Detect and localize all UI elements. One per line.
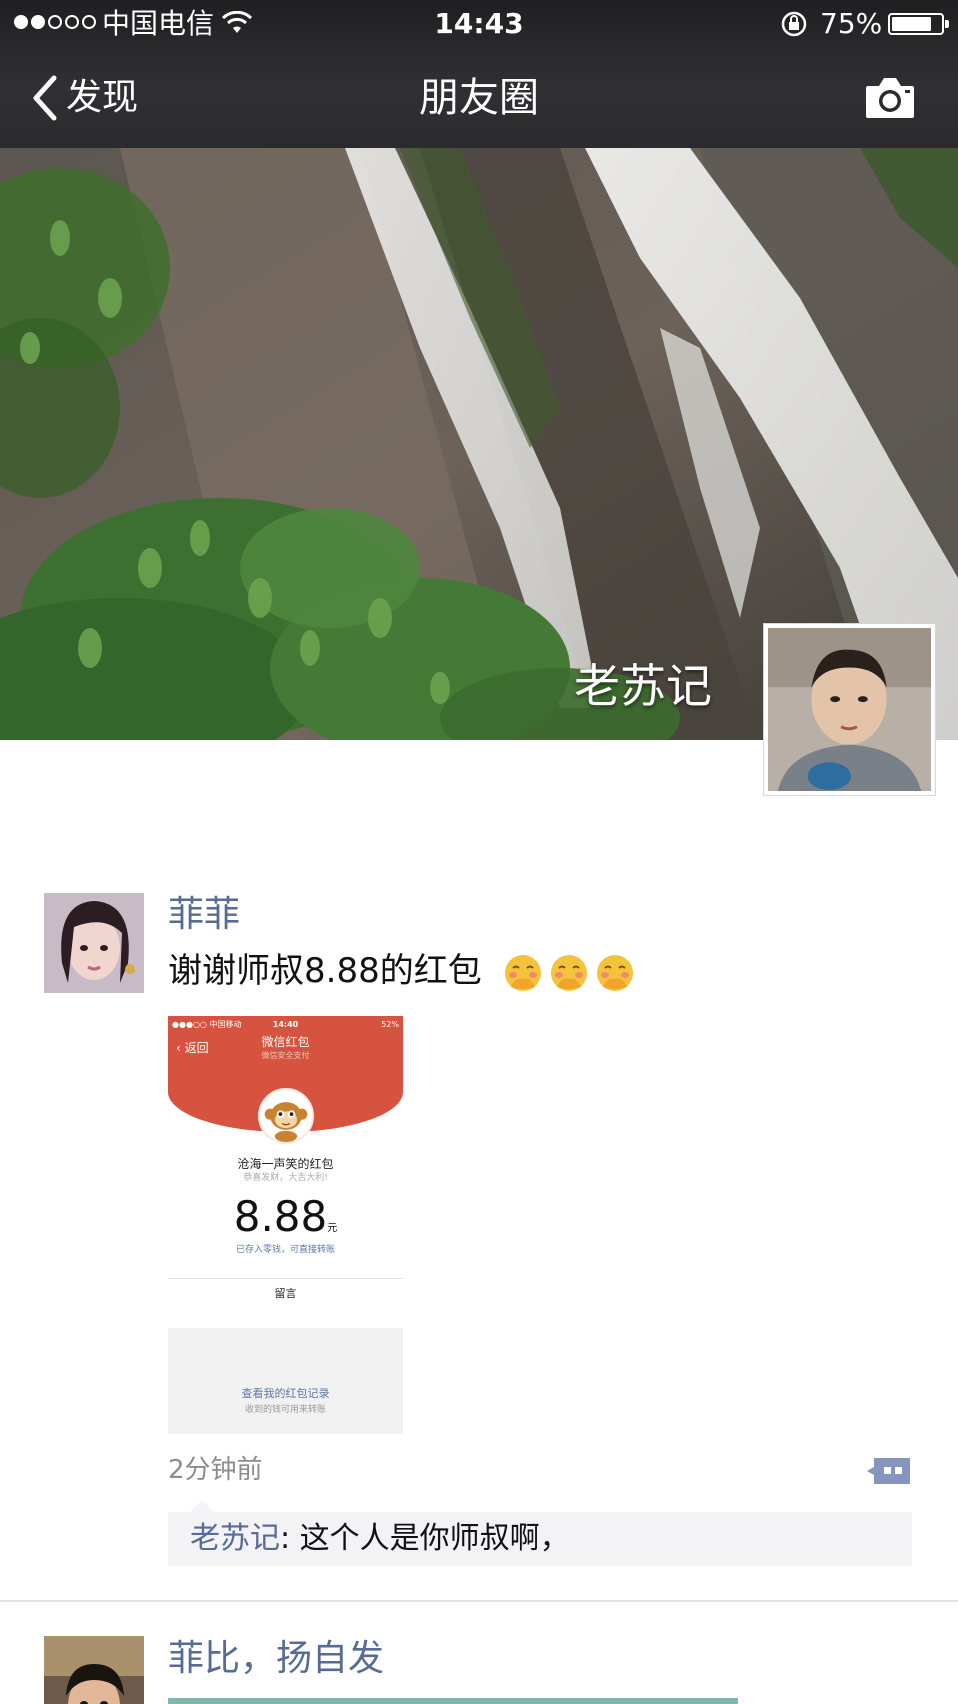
- post-image[interactable]: ●●●○○ 中国移动 14:40 52% ‹ 返回 微信红包 微信安全支付 沧海…: [168, 1016, 403, 1434]
- comment-item: 老苏记: 这个人是你师叔啊，: [190, 1516, 570, 1562]
- page-title: 朋友圈: [419, 75, 539, 121]
- avatar-photo: [44, 1636, 144, 1704]
- comment-separator: :: [280, 1521, 300, 1556]
- image-status-bar: ●●●○○ 中国移动 14:40 52%: [172, 1018, 399, 1032]
- my-avatar[interactable]: [763, 623, 936, 796]
- emoji-row: [503, 953, 635, 993]
- image-wish: 恭喜发财，大吉大利!: [243, 1173, 328, 1183]
- camera-icon[interactable]: [864, 74, 916, 120]
- avatar-photo: [768, 628, 931, 791]
- post-image-preview[interactable]: [168, 1698, 738, 1704]
- image-note: 已存入零钱，可直接转账: [235, 1245, 335, 1255]
- post-text: 谢谢师叔8.88的红包: [168, 948, 635, 994]
- post-text-content: 谢谢师叔8.88的红包: [168, 951, 482, 991]
- status-time: 14:43: [434, 7, 524, 40]
- top-bars: 中国电信 14:43 75% 发现 朋友圈: [0, 0, 958, 148]
- covering-mouth-emoji-icon: [550, 954, 587, 991]
- back-button[interactable]: 发现: [30, 70, 138, 126]
- cover-user-name: 老苏记: [574, 659, 712, 713]
- post-avatar[interactable]: [44, 893, 144, 993]
- comment-text: 这个人是你师叔啊，: [299, 1521, 570, 1556]
- comment-author[interactable]: 老苏记: [190, 1521, 280, 1556]
- image-title: 微信红包: [261, 1035, 310, 1049]
- image-divider: [168, 1278, 403, 1279]
- back-label: 发现: [66, 77, 139, 118]
- image-record-link: 查看我的红包记录: [241, 1387, 330, 1400]
- post-avatar[interactable]: [44, 1636, 144, 1704]
- image-subtitle: 微信安全支付: [261, 1051, 310, 1060]
- image-amount-unit: 元: [327, 1223, 338, 1234]
- image-battery: 52%: [381, 1020, 399, 1029]
- status-bar: 中国电信 14:43 75%: [0, 0, 958, 48]
- comment-icon[interactable]: [866, 1456, 912, 1486]
- avatar-photo: [44, 893, 144, 993]
- covering-mouth-emoji-icon: [596, 954, 633, 991]
- image-bottom-area: [168, 1328, 403, 1434]
- image-sender: 沧海一声笑的红包: [237, 1157, 334, 1171]
- monkey-avatar-icon: [258, 1088, 314, 1144]
- rotation-lock-icon: [781, 11, 807, 37]
- chevron-left-icon: [33, 75, 57, 121]
- post-divider: [0, 1600, 958, 1602]
- battery-level: [892, 17, 931, 31]
- image-amount-value: 8.88: [233, 1192, 328, 1241]
- nav-bar: 发现 朋友圈: [0, 48, 958, 148]
- battery-icon: [888, 13, 949, 35]
- comment-box: 老苏记: 这个人是你师叔啊，: [168, 1500, 912, 1566]
- post-author-name[interactable]: 菲比，扬自发: [168, 1636, 384, 1682]
- covering-mouth-emoji-icon: [504, 954, 541, 991]
- image-message: 留言: [274, 1287, 297, 1300]
- battery-percent: 75%: [820, 7, 883, 40]
- post-author-name[interactable]: 菲菲: [168, 892, 240, 938]
- post-timestamp: 2分钟前: [168, 1455, 263, 1485]
- image-time: 14:40: [272, 1020, 299, 1029]
- image-record-hint: 收到的钱可用来转账: [244, 1405, 326, 1415]
